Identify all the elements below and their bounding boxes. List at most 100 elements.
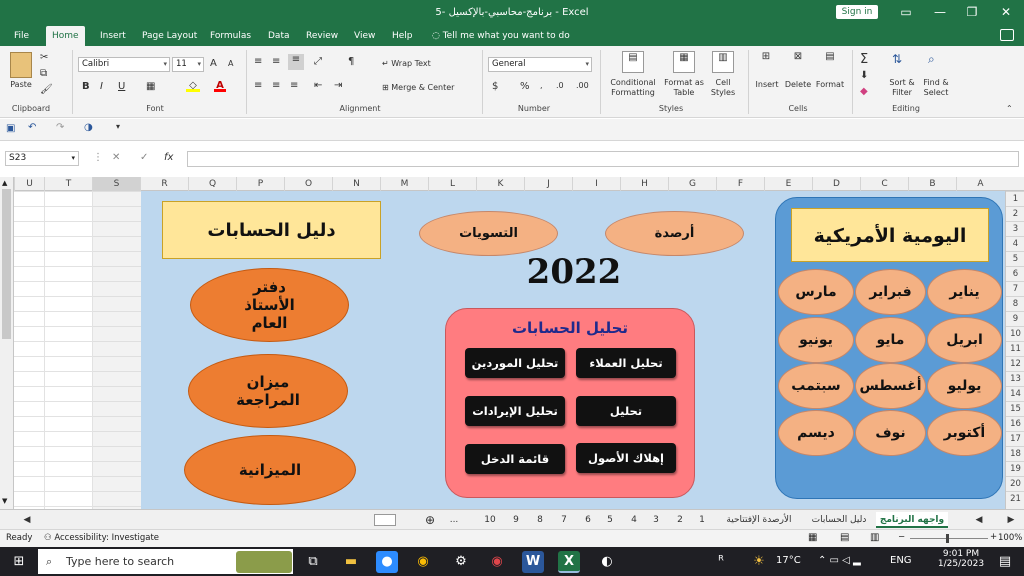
column-header-cell[interactable]: S — [92, 177, 140, 191]
minimize-button[interactable]: — — [930, 4, 950, 20]
align-center-icon[interactable]: ≡ — [272, 80, 280, 91]
increase-indent-icon[interactable]: ⇥ — [334, 80, 342, 91]
zoom-app-icon[interactable]: ● — [376, 551, 398, 573]
weather-temp[interactable]: 17°C — [776, 555, 801, 566]
align-top-icon[interactable]: ≡ — [254, 56, 262, 67]
number-format-select[interactable]: General ▾ — [488, 57, 592, 72]
sheet-tab-4[interactable]: 4 — [624, 512, 644, 528]
sheet-tab-1[interactable]: 1 — [692, 512, 712, 528]
column-header-cell[interactable]: G — [668, 177, 716, 191]
row-header-cell[interactable]: 20 — [1006, 476, 1024, 491]
people-icon[interactable]: ᴿ — [710, 551, 732, 573]
tab-help[interactable]: Help — [386, 26, 419, 46]
excel-icon[interactable]: X — [558, 551, 580, 573]
name-box[interactable]: S23 ▾ — [5, 151, 79, 166]
italic-button[interactable]: I — [100, 81, 103, 92]
formula-input[interactable] — [187, 151, 1019, 167]
zoom-level[interactable]: 100% — [998, 533, 1022, 543]
analysis-button[interactable]: تحليل — [576, 396, 676, 426]
column-header-cell[interactable]: J — [524, 177, 572, 191]
align-middle-icon[interactable]: ≡ — [272, 56, 280, 67]
clear-icon[interactable]: ◆ — [860, 86, 868, 97]
sort-filter-icon[interactable]: ⇅ — [892, 52, 902, 66]
sheet-tab-more[interactable]: ... — [444, 512, 464, 528]
maximize-button[interactable]: ❐ — [962, 4, 982, 20]
orientation-icon[interactable]: ⤢ — [314, 56, 322, 67]
ribbon-display-icon[interactable]: ▭ — [896, 4, 916, 20]
font-name-select[interactable]: Calibri ▾ — [78, 57, 170, 72]
merge-center-button[interactable]: ⊞ Merge & Center — [382, 83, 454, 93]
month-november[interactable]: نوف — [855, 410, 926, 456]
worksheet[interactable]: اليومية الأمريكية يناير فبراير مارس ابري… — [14, 191, 1005, 509]
insert-cells-icon[interactable]: ⊞ — [756, 51, 776, 73]
close-button[interactable]: ✕ — [996, 4, 1016, 20]
sign-in-button[interactable]: Sign in — [836, 5, 878, 19]
row-header-cell[interactable]: 7 — [1006, 281, 1024, 296]
align-left-icon[interactable]: ≡ — [254, 80, 262, 91]
comma-style-icon[interactable]: , — [540, 81, 543, 90]
row-header-cell[interactable]: 4 — [1006, 236, 1024, 251]
windows-start-icon[interactable]: ⊞ — [8, 551, 30, 573]
chrome-profile-icon[interactable]: ◉ — [486, 551, 508, 573]
file-explorer-icon[interactable]: ▬ — [340, 551, 362, 573]
tab-insert[interactable]: Insert — [94, 26, 132, 46]
increase-decimal-icon[interactable]: .0 — [556, 81, 564, 90]
sheet-tab-6[interactable]: 6 — [578, 512, 598, 528]
decrease-decimal-icon[interactable]: .00 — [576, 81, 589, 90]
sheet-tab-10[interactable]: 10 — [478, 512, 502, 528]
row-header-cell[interactable]: 1 — [1006, 191, 1024, 206]
paste-button[interactable]: Paste — [6, 80, 36, 90]
scroll-thumb[interactable] — [2, 189, 11, 339]
undo-icon[interactable]: ↶ — [28, 122, 36, 133]
month-december[interactable]: ديسم — [778, 410, 854, 456]
row-header-cell[interactable]: 16 — [1006, 416, 1024, 431]
word-icon[interactable]: W — [522, 551, 544, 573]
zoom-slider-thumb[interactable] — [946, 534, 949, 543]
column-header-cell[interactable]: C — [860, 177, 908, 191]
month-april[interactable]: ابريل — [927, 317, 1002, 363]
month-august[interactable]: أغسطس — [855, 363, 926, 409]
sheet-tab-8[interactable]: 8 — [530, 512, 550, 528]
decrease-indent-icon[interactable]: ⇤ — [314, 80, 322, 91]
fill-icon[interactable]: ⬇ — [860, 70, 868, 81]
font-grow-button[interactable]: A — [210, 58, 217, 69]
income-statement-button[interactable]: قائمة الدخل — [465, 444, 565, 474]
conditional-formatting-icon[interactable]: ▤ — [622, 51, 644, 73]
rtl-direction-icon[interactable]: ¶ — [348, 56, 354, 67]
scroll-up-icon[interactable]: ▲ — [2, 179, 7, 187]
sheet-tab-3[interactable]: 3 — [646, 512, 666, 528]
column-header-cell[interactable]: E — [764, 177, 812, 191]
column-header-cell[interactable]: Q — [188, 177, 236, 191]
app-icon[interactable]: ◐ — [596, 551, 618, 573]
column-header-cell[interactable]: K — [476, 177, 524, 191]
column-header-cell[interactable]: D — [812, 177, 860, 191]
zoom-out-button[interactable]: − — [898, 532, 905, 542]
collapse-ribbon-icon[interactable]: ⌃ — [1006, 104, 1013, 113]
format-cells-icon[interactable]: ▤ — [820, 51, 840, 73]
tab-formulas[interactable]: Formulas — [204, 26, 257, 46]
redo-icon[interactable]: ↷ — [56, 122, 64, 133]
zoom-in-button[interactable]: + — [990, 532, 997, 542]
page-layout-view-icon[interactable]: ▤ — [840, 532, 849, 543]
row-header-cell[interactable]: 18 — [1006, 446, 1024, 461]
sheet-tab-accounts-guide[interactable]: دليل الحسابات — [804, 512, 874, 528]
month-july[interactable]: يوليو — [927, 363, 1002, 409]
cell-styles-button[interactable]: Cell Styles — [704, 78, 742, 98]
vertical-scrollbar[interactable]: ▲ ▼ — [0, 177, 14, 509]
paste-icon[interactable] — [10, 52, 32, 78]
asset-depreciation-button[interactable]: إهلاك الأصول — [576, 443, 676, 473]
month-june[interactable]: يونيو — [778, 317, 854, 363]
tab-file[interactable]: File — [8, 26, 35, 46]
next-sheet-icon[interactable]: ◀ — [972, 512, 986, 528]
font-size-select[interactable]: 11 ▾ — [172, 57, 204, 72]
delete-cells-icon[interactable]: ⊠ — [788, 51, 808, 73]
month-october[interactable]: أكتوبر — [927, 410, 1002, 456]
row-header-cell[interactable]: 14 — [1006, 386, 1024, 401]
tab-data[interactable]: Data — [262, 26, 296, 46]
settlements-button[interactable]: التسويات — [419, 211, 558, 256]
scroll-down-icon[interactable]: ▼ — [2, 497, 7, 505]
trial-balance-button[interactable]: ميزان المراجعة — [188, 354, 348, 428]
font-shrink-button[interactable]: A — [228, 59, 233, 68]
column-header-cell[interactable]: I — [572, 177, 620, 191]
percent-button[interactable]: % — [520, 81, 530, 92]
